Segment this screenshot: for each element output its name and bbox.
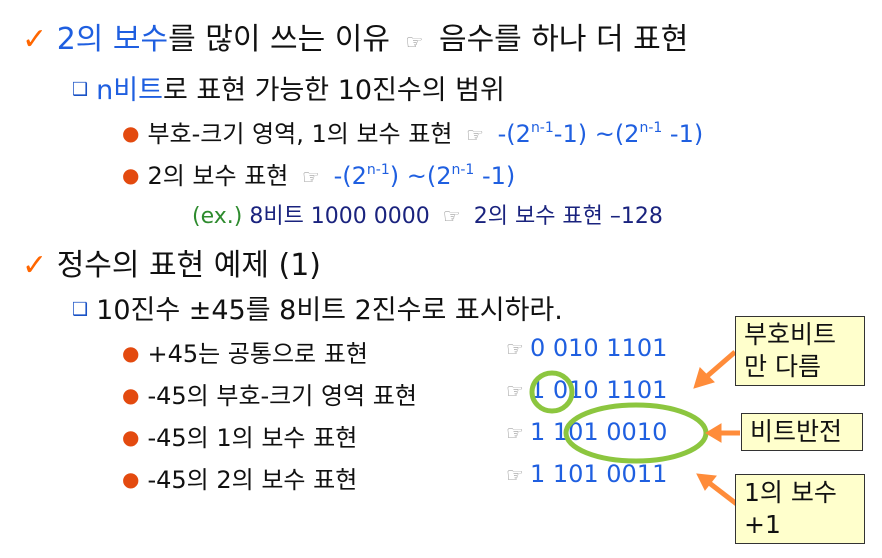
inverted-bits-highlight [563,402,709,464]
callout-bit-flip: 비트반전 [741,413,863,451]
arrow-to-inverted-bits [705,423,740,443]
arrow-to-last-bit [696,473,740,507]
arrow-to-sign-bit [693,350,737,389]
callout-sign-bit: 부호비트 만 다름 [735,316,865,386]
sign-bit-highlight [529,370,575,414]
callout-ones-plus: 1의 보수 +1 [735,474,865,544]
